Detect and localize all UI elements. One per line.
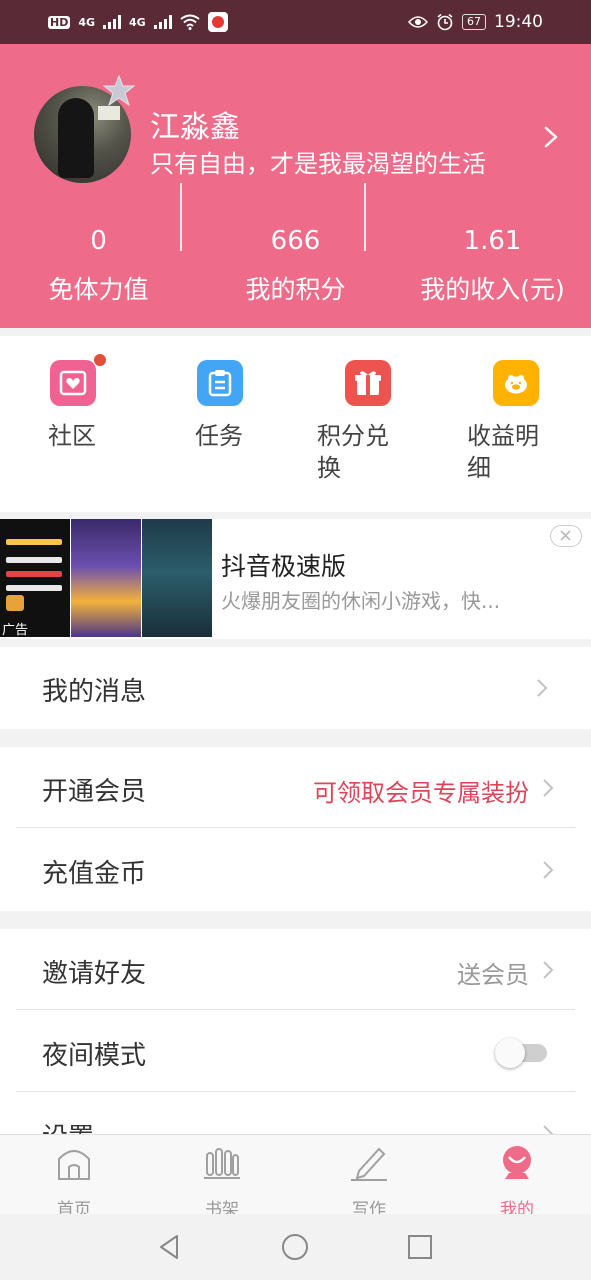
status-right: 67 19:40 <box>408 12 543 32</box>
ad-image <box>71 519 141 637</box>
close-icon <box>560 530 571 541</box>
status-left: HD 4G 4G <box>48 12 228 32</box>
signal-label-1: 4G <box>78 15 96 29</box>
stat-label: 我的积分 <box>245 275 346 304</box>
bottom-tab-bar: 首页 书架 写作 我的 <box>0 1134 591 1220</box>
quick-actions: 社区 任务 积分兑 换 收益明 细 <box>0 336 591 512</box>
menu-row-invite[interactable]: 邀请好友 送会员 <box>16 929 575 1011</box>
eye-comfort-icon <box>408 16 428 28</box>
chevron-right-icon <box>543 779 554 797</box>
status-bar: HD 4G 4G 67 19:40 <box>0 0 591 44</box>
wifi-icon <box>180 14 200 30</box>
profile-smile-icon <box>503 1146 531 1179</box>
avatar-figure <box>58 98 94 178</box>
stat-label: 我的收入(元) <box>420 275 565 304</box>
quick-label: 收益明 细 <box>467 422 539 482</box>
avatar-sign <box>98 106 120 120</box>
tab-mine[interactable]: 我的 <box>467 1143 567 1220</box>
stat-divider <box>180 183 182 251</box>
chevron-right-icon[interactable] <box>538 122 564 152</box>
menu-row-vip[interactable]: 开通会员 可领取会员专属装扮 <box>16 747 575 829</box>
notification-badge <box>94 354 106 366</box>
ad-image-line <box>6 557 62 563</box>
toggle-knob <box>495 1038 525 1068</box>
ad-image-line <box>6 571 62 577</box>
stat-label: 免体力值 <box>48 275 149 304</box>
ad-image-line <box>6 539 62 545</box>
tab-write[interactable]: 写作 <box>319 1143 419 1220</box>
menu-row-settings[interactable]: 设置 <box>16 1093 575 1134</box>
task-clipboard-icon <box>197 360 243 406</box>
row-label: 邀请好友 <box>42 959 147 989</box>
stat-stamina[interactable]: 0 免体力值 <box>0 224 197 314</box>
back-triangle-icon[interactable] <box>155 1232 185 1262</box>
stats-row: 0 免体力值 666 我的积分 1.61 我的收入(元) <box>0 224 591 314</box>
chevron-right-icon <box>543 961 554 979</box>
row-label: 充值金币 <box>42 859 147 889</box>
ad-banner[interactable]: 广告 抖音极速版 火爆朋友圈的休闲小游戏，快... <box>0 519 591 639</box>
stat-value: 1.61 <box>463 226 522 256</box>
chevron-right-icon <box>543 861 554 879</box>
tab-home[interactable]: 首页 <box>24 1143 124 1220</box>
row-divider <box>16 827 575 828</box>
app-notification-icon <box>207 12 228 32</box>
row-label: 设置 <box>42 1117 94 1134</box>
ad-close-button[interactable] <box>550 525 582 547</box>
menu-group-messages: 我的消息 <box>0 647 591 729</box>
signal-label-2: 4G <box>129 15 146 29</box>
invite-hint: 送会员 <box>457 961 529 989</box>
stat-income[interactable]: 1.61 我的收入(元) <box>394 224 591 314</box>
ad-image: 广告 <box>0 519 70 638</box>
signal-bars-icon <box>103 15 122 29</box>
bookshelf-icon <box>204 1148 240 1179</box>
menu-row-messages[interactable]: 我的消息 <box>0 647 591 729</box>
night-mode-toggle[interactable] <box>495 1038 549 1068</box>
clock: 19:40 <box>494 12 543 32</box>
ad-description: 火爆朋友圈的休闲小游戏，快... <box>221 589 501 613</box>
ad-title: 抖音极速版 <box>221 552 347 581</box>
tab-bookshelf[interactable]: 书架 <box>172 1143 272 1220</box>
row-divider <box>16 1091 575 1092</box>
ad-image-sprite <box>6 595 24 611</box>
signal-bars-icon <box>153 15 172 29</box>
profile-header[interactable]: 江淼鑫 只有自由，才是我最渴望的生活 0 免体力值 666 我的积分 1.61 … <box>0 44 591 328</box>
home-circle-icon[interactable] <box>280 1232 310 1262</box>
signature: 只有自由，才是我最渴望的生活 <box>150 150 486 178</box>
quick-label: 社区 <box>48 422 96 450</box>
menu-group-vip: 开通会员 可领取会员专属装扮 充值金币 <box>0 747 591 911</box>
community-heart-icon <box>50 360 96 406</box>
row-label: 我的消息 <box>42 677 147 707</box>
stat-value: 0 <box>90 226 107 256</box>
crown-badge-icon <box>102 74 136 107</box>
menu-row-recharge[interactable]: 充值金币 <box>16 829 575 911</box>
ad-tag: 广告 <box>2 623 29 638</box>
quick-label: 积分兑 换 <box>317 422 389 482</box>
home-icon <box>58 1150 90 1180</box>
chevron-right-icon <box>543 1125 554 1134</box>
gift-icon <box>345 360 391 406</box>
row-label: 夜间模式 <box>42 1041 147 1071</box>
chevron-right-icon <box>537 679 548 697</box>
menu-group-settings: 邀请好友 送会员 夜间模式 设置 <box>0 929 591 1134</box>
row-label: 开通会员 <box>42 777 147 807</box>
quick-label: 任务 <box>195 422 243 450</box>
piggy-bank-icon <box>493 360 539 406</box>
stat-divider <box>364 183 366 251</box>
ad-image-line <box>6 585 62 591</box>
system-nav-bar <box>0 1214 591 1280</box>
hd-badge: HD <box>48 15 71 29</box>
ad-image <box>142 519 212 637</box>
pen-write-icon <box>351 1147 387 1181</box>
menu-row-night-mode[interactable]: 夜间模式 <box>16 1011 575 1093</box>
recents-square-icon[interactable] <box>405 1232 435 1262</box>
battery-indicator: 67 <box>462 14 486 30</box>
nickname: 江淼鑫 <box>150 110 240 145</box>
vip-hint: 可领取会员专属装扮 <box>313 779 529 807</box>
row-divider <box>16 1009 575 1010</box>
alarm-icon <box>437 13 453 31</box>
